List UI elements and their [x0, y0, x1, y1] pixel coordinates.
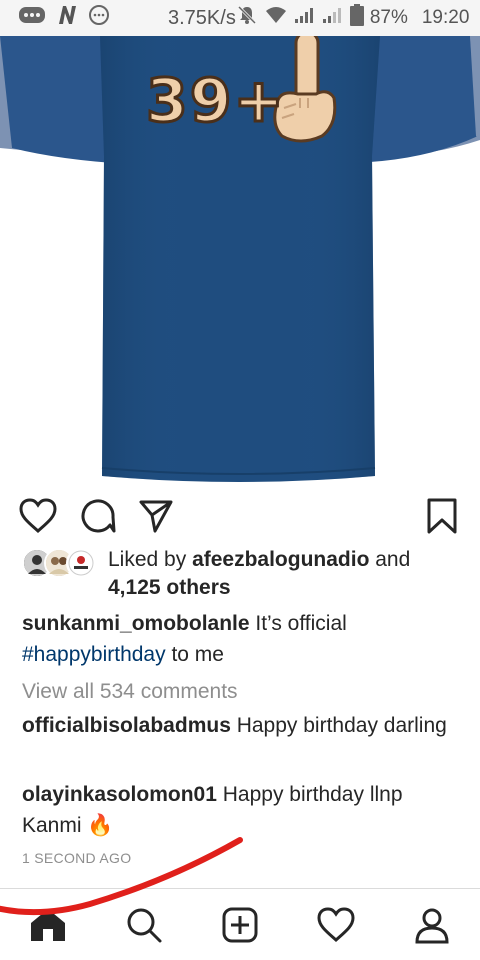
caption-username[interactable]: sunkanmi_omobolanle [22, 612, 250, 635]
chat-bubble-notification-icon [88, 4, 110, 32]
nav-search[interactable] [122, 903, 166, 947]
caption: sunkanmi_omobolanle It’s official #happy… [22, 608, 462, 670]
post-image[interactable]: 39+ [0, 36, 480, 488]
view-all-comments-link[interactable]: View all 534 comments [22, 676, 462, 707]
liker-avatars [22, 548, 98, 578]
likes-prefix: Liked by [108, 548, 193, 571]
home-icon [31, 909, 65, 941]
bottom-navigation [0, 888, 480, 960]
liker-username[interactable]: afeezbalogunadio [192, 548, 369, 571]
heart-icon [19, 498, 57, 534]
profile-icon [415, 908, 449, 944]
comment-item: olayinkasolomon01 Happy birthday llnp Ka… [22, 779, 462, 841]
comment-text: Happy birthday darling [230, 714, 447, 737]
activity-heart-icon [317, 907, 355, 943]
post-timestamp: 1 SECOND AGO [22, 850, 132, 866]
battery-percent: 87% [369, 7, 408, 28]
add-post-icon [222, 907, 258, 943]
wifi-icon [264, 5, 288, 31]
status-bar: 3.75K/s 87% 19:20 [0, 0, 480, 36]
nav-new-post[interactable] [218, 903, 262, 947]
nav-profile[interactable] [410, 903, 454, 947]
fire-emoji: 🔥 [87, 814, 114, 837]
clock: 19:20 [421, 7, 470, 28]
comment-item: officialbisolabadmus Happy birthday darl… [22, 710, 462, 741]
caption-text-end: to me [165, 643, 224, 666]
like-button[interactable] [18, 496, 58, 536]
network-speed: 3.75K/s [168, 6, 236, 29]
avatar [66, 548, 96, 578]
caption-hashtag[interactable]: #happybirthday [22, 643, 166, 666]
nav-activity[interactable] [314, 903, 358, 947]
comment-username[interactable]: officialbisolabadmus [22, 714, 231, 737]
likes-middle: and [369, 548, 411, 571]
likes-summary[interactable]: Liked by afeezbalogunadio and 4,125 othe… [22, 546, 462, 602]
mute-bell-icon [236, 4, 258, 32]
signal-2-icon [322, 6, 344, 30]
comment-icon [81, 499, 116, 533]
caption-text: It’s official [249, 612, 347, 635]
likes-text: Liked by afeezbalogunadio and [108, 546, 468, 574]
signal-1-icon [294, 6, 316, 30]
app-n-notification-icon [56, 4, 78, 32]
shirt-print-text: 39+ [145, 65, 286, 138]
bookmark-icon [427, 498, 457, 534]
likes-count[interactable]: 4,125 others [108, 574, 231, 602]
share-button[interactable] [136, 496, 176, 536]
message-notification-icon [18, 5, 46, 31]
post-actions [0, 488, 480, 540]
battery-icon [349, 4, 364, 32]
send-icon [139, 500, 173, 533]
search-icon [127, 908, 162, 943]
save-button[interactable] [422, 496, 462, 536]
nav-home[interactable] [26, 903, 70, 947]
comment-button[interactable] [78, 496, 118, 536]
comment-username[interactable]: olayinkasolomon01 [22, 783, 217, 806]
